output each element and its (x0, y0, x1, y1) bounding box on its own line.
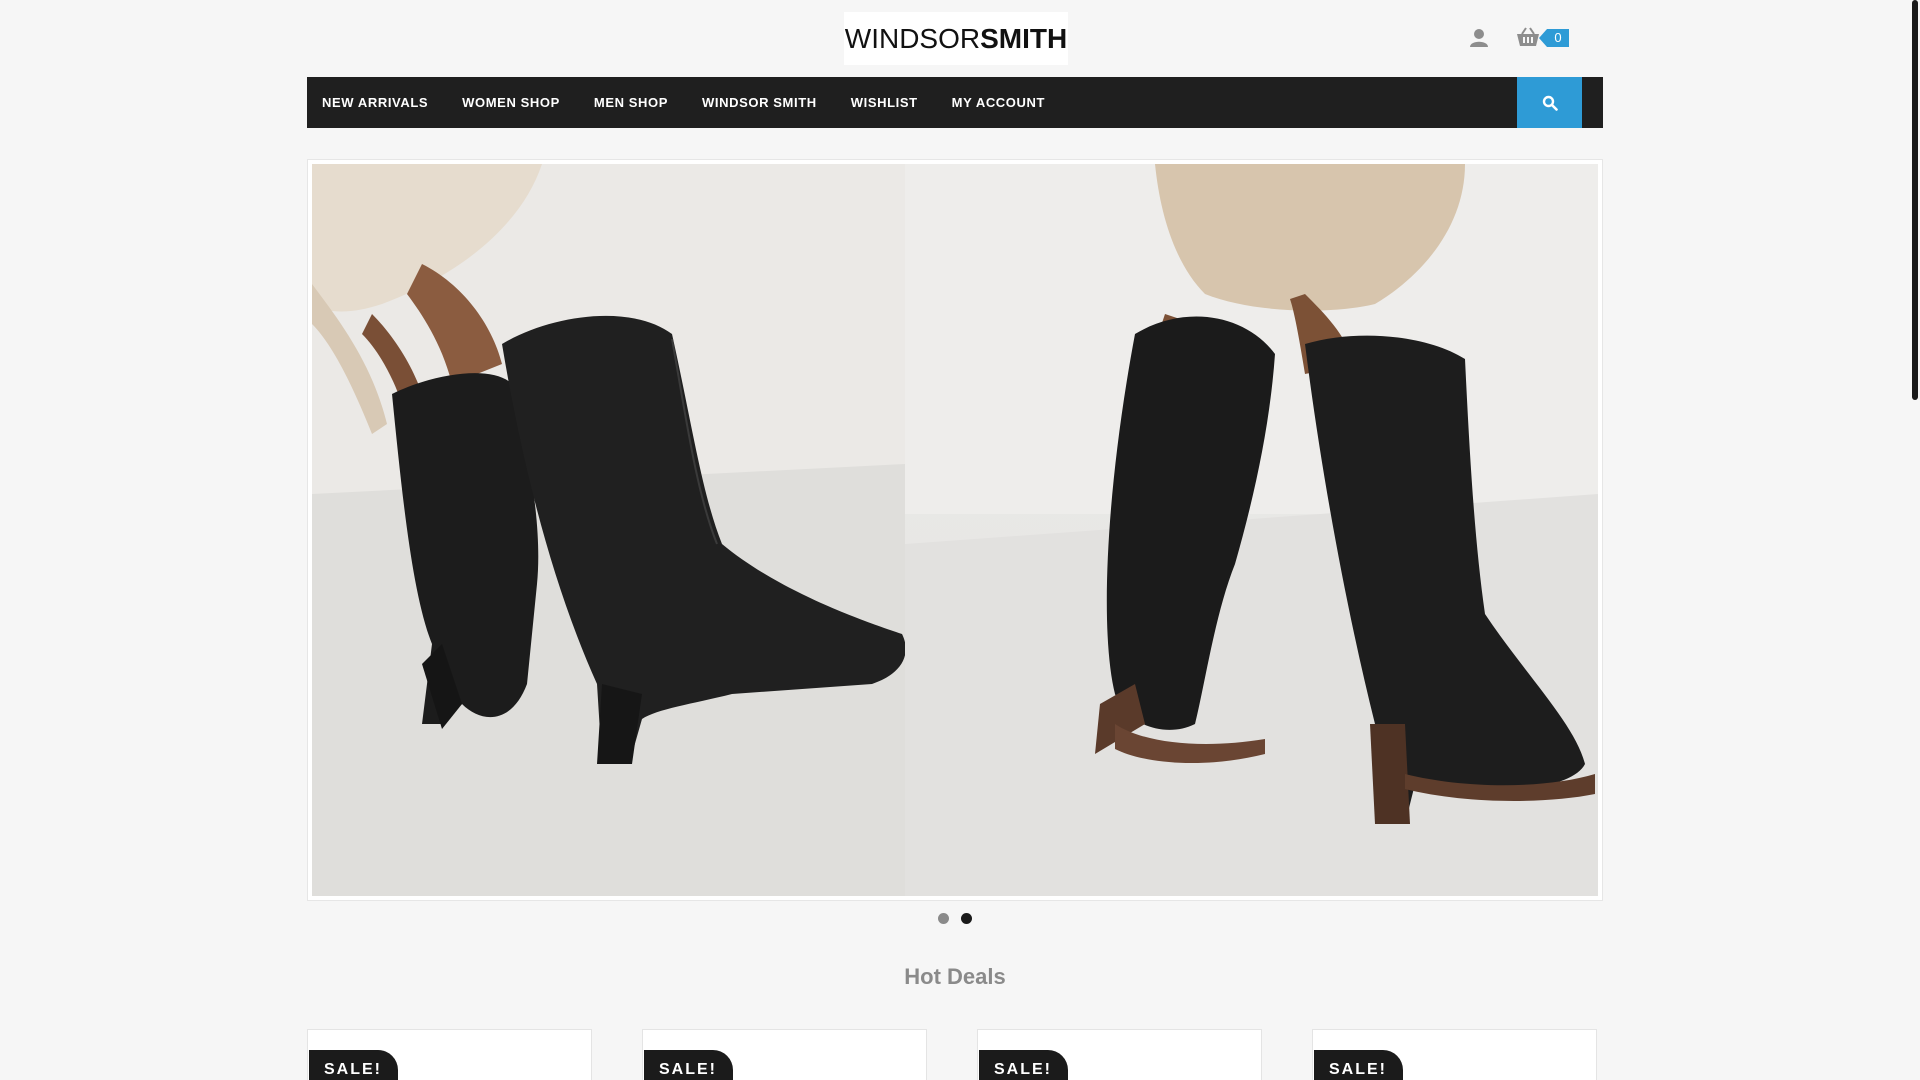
logo-text-thin: WINDSOR (844, 22, 981, 54)
nav-item-wishlist[interactable]: WISHLIST (851, 77, 918, 128)
user-icon[interactable] (1470, 28, 1488, 48)
nav-item-new-arrivals[interactable]: NEW ARRIVALS (322, 77, 428, 128)
nav-item-women-shop[interactable]: WOMEN SHOP (462, 77, 560, 128)
main-nav: NEW ARRIVALS WOMEN SHOP MEN SHOP WINDSOR… (307, 77, 1603, 128)
product-card[interactable]: SALE! (977, 1029, 1262, 1080)
search-button[interactable] (1517, 77, 1582, 128)
basket-icon (1517, 27, 1539, 46)
nav-item-my-account[interactable]: MY ACCOUNT (952, 77, 1045, 128)
slide-panel-left (312, 164, 906, 896)
cart-button[interactable]: 0 (1515, 26, 1575, 52)
sale-badge: SALE! (1314, 1050, 1403, 1080)
nav-item-men-shop[interactable]: MEN SHOP (594, 77, 668, 128)
product-card[interactable]: SALE! (642, 1029, 927, 1080)
slider-dot-2[interactable] (961, 913, 972, 924)
scrollbar-thumb[interactable] (1912, 0, 1918, 400)
logo-text-bold: SMITH (980, 22, 1068, 54)
boot-photo-left (312, 164, 906, 896)
hero-slide-image (312, 164, 1598, 896)
cart-count-badge: 0 (1539, 29, 1569, 47)
product-card[interactable]: SALE! (307, 1029, 592, 1080)
hero-slider[interactable] (307, 159, 1603, 901)
slider-pagination (938, 913, 972, 924)
search-icon (1542, 95, 1558, 111)
nav-item-windsor-smith[interactable]: WINDSOR SMITH (702, 77, 817, 128)
sale-badge: SALE! (644, 1050, 733, 1080)
page-scrollbar[interactable] (1910, 0, 1920, 1080)
sale-badge: SALE! (979, 1050, 1068, 1080)
brand-logo[interactable]: WINDSOR SMITH (844, 12, 1068, 65)
slider-dot-1[interactable] (938, 913, 949, 924)
site-header: WINDSOR SMITH 0 (0, 0, 1920, 77)
slide-panel-right (905, 164, 1598, 896)
sale-badge: SALE! (309, 1050, 398, 1080)
nav-items: NEW ARRIVALS WOMEN SHOP MEN SHOP WINDSOR… (322, 77, 1079, 128)
user-glyph (1470, 29, 1488, 47)
product-card[interactable]: SALE! (1312, 1029, 1597, 1080)
hot-deals-title: Hot Deals (904, 964, 1006, 989)
boot-photo-right (905, 164, 1598, 896)
